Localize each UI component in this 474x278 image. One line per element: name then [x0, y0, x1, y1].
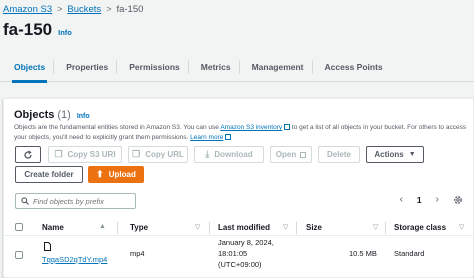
next-page-icon[interactable]: ›	[436, 194, 439, 205]
object-size: 10.5 MB	[349, 249, 377, 258]
learn-more-link[interactable]: Learn more	[190, 134, 223, 141]
objects-count: (1)	[57, 109, 71, 121]
download-button[interactable]: ⤓ Download	[194, 146, 264, 163]
pagination: ‹ 1 ›	[400, 194, 463, 205]
search-icon	[21, 197, 29, 205]
upload-label: Upload	[108, 170, 136, 179]
upload-icon: ⬆	[96, 169, 104, 179]
desc-text-1: Objects are the fundamental entities sto…	[14, 124, 221, 131]
delete-button[interactable]: Delete	[318, 146, 360, 163]
tab-management[interactable]: Management	[244, 52, 312, 82]
column-storage-class[interactable]: Storage class	[394, 223, 446, 232]
copy-url-button[interactable]: ❐ Copy URL	[128, 146, 188, 163]
tab-access-points[interactable]: Access Points	[317, 52, 391, 82]
select-all-checkbox[interactable]	[15, 223, 23, 231]
column-divider[interactable]	[209, 222, 210, 234]
tab-divider	[53, 59, 55, 74]
page-title: fa-150	[3, 20, 53, 39]
actions-dropdown[interactable]: Actions ▼	[366, 146, 424, 163]
object-last-modified-time: 18:01:05	[218, 249, 248, 258]
objects-header: Objects (1) Info	[14, 109, 90, 121]
row-checkbox[interactable]	[15, 251, 23, 259]
object-last-modified-tz: (UTC+09:00)	[218, 260, 262, 269]
objects-title: Objects	[14, 109, 55, 121]
s3-inventory-link[interactable]: Amazon S3 inventory	[220, 124, 282, 131]
copy-icon: ❐	[54, 149, 63, 159]
upload-button[interactable]: ⬆ Upload	[88, 166, 144, 183]
sort-icon[interactable]: ▽	[373, 223, 378, 231]
refresh-button[interactable]	[15, 146, 41, 163]
column-size[interactable]: Size	[306, 223, 322, 232]
column-last-modified[interactable]: Last modified	[218, 223, 270, 232]
page-number[interactable]: 1	[417, 195, 422, 205]
tab-metrics[interactable]: Metrics	[193, 52, 239, 82]
search-input[interactable]	[33, 196, 128, 206]
chevron-right-icon: >	[57, 4, 63, 14]
sort-icon[interactable]: ▽	[195, 223, 200, 231]
sort-icon[interactable]: ▽	[459, 223, 464, 231]
file-icon	[44, 242, 51, 251]
object-type: mp4	[130, 249, 145, 258]
external-link-icon	[300, 151, 307, 158]
tab-divider	[238, 59, 240, 74]
objects-info-link[interactable]: Info	[77, 113, 90, 120]
objects-panel: Objects (1) Info Objects are the fundame…	[3, 98, 474, 278]
copy-s3-uri-button[interactable]: ❐ Copy S3 URI	[48, 146, 122, 163]
column-name[interactable]: Name	[42, 223, 64, 232]
create-folder-button[interactable]: Create folder	[15, 166, 83, 183]
breadcrumb-buckets[interactable]: Buckets	[67, 4, 101, 15]
object-last-modified-date: January 8, 2024,	[218, 238, 274, 247]
copy-url-label: Copy URL	[145, 150, 184, 159]
search-box	[15, 193, 136, 209]
breadcrumb-current: fa-150	[116, 3, 144, 15]
tab-divider	[311, 59, 313, 74]
tab-objects[interactable]: Objects	[6, 52, 53, 83]
column-divider[interactable]	[385, 222, 386, 234]
tab-divider	[187, 59, 189, 74]
tab-bar: Objects Properties Permissions Metrics M…	[0, 52, 474, 83]
tab-permissions[interactable]: Permissions	[121, 52, 188, 82]
open-label: Open	[275, 150, 297, 159]
info-link[interactable]: Info	[58, 28, 72, 37]
copy-icon: ❐	[132, 149, 141, 159]
download-label: Download	[214, 150, 253, 159]
column-type[interactable]: Type	[130, 223, 148, 232]
chevron-right-icon: >	[106, 4, 112, 14]
breadcrumb: Amazon S3 > Buckets > fa-150	[3, 2, 143, 16]
create-folder-label: Create folder	[24, 170, 74, 179]
caret-down-icon: ▼	[408, 151, 416, 158]
settings-gear-icon[interactable]	[453, 195, 463, 205]
objects-description: Objects are the fundamental entities sto…	[14, 123, 474, 143]
open-button[interactable]: Open	[270, 146, 312, 163]
actions-label: Actions	[374, 150, 404, 159]
copy-s3-uri-label: Copy S3 URI	[67, 150, 116, 159]
object-name-link[interactable]: TqqaSD2qTdY.mp4	[42, 255, 107, 265]
download-icon: ⤓	[205, 149, 210, 159]
sort-icon[interactable]: ▲	[99, 223, 106, 230]
table-header: Name ▲ Type ▽ Last modified ▽ Size ▽ Sto…	[4, 219, 474, 236]
page-header: fa-150 Info	[3, 20, 72, 40]
tab-divider	[116, 59, 118, 74]
delete-label: Delete	[326, 150, 351, 159]
refresh-icon	[24, 150, 32, 159]
external-link-icon	[225, 134, 232, 140]
breadcrumb-amazon-s3[interactable]: Amazon S3	[3, 4, 52, 15]
object-storage-class: Standard	[394, 249, 425, 258]
prev-page-icon[interactable]: ‹	[400, 194, 403, 205]
sort-icon[interactable]: ▽	[283, 223, 288, 231]
tab-properties[interactable]: Properties	[58, 52, 116, 82]
column-divider[interactable]	[296, 222, 297, 234]
column-divider[interactable]	[117, 222, 118, 234]
